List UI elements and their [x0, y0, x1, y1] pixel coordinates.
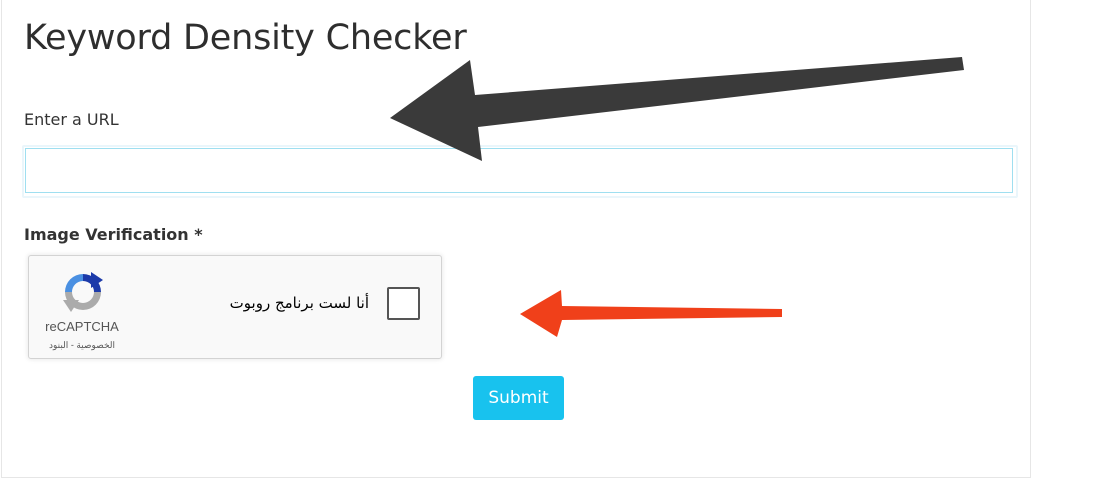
- recaptcha-logo-icon: [63, 272, 103, 312]
- recaptcha-checkbox[interactable]: [387, 287, 420, 320]
- recaptcha-links: الخصوصية - البنود: [29, 340, 135, 351]
- terms-link[interactable]: البنود: [49, 340, 68, 350]
- form-panel: Keyword Density Checker Enter a URL Imag…: [1, 0, 1031, 478]
- recaptcha-checkbox-label: أنا لست برنامج روبوت: [229, 294, 369, 312]
- privacy-link[interactable]: الخصوصية: [76, 340, 115, 350]
- page-title: Keyword Density Checker: [24, 18, 467, 58]
- url-input[interactable]: [25, 148, 1013, 193]
- url-input-wrapper: [22, 145, 1018, 198]
- submit-button[interactable]: Submit: [473, 376, 564, 420]
- recaptcha-widget: reCAPTCHA الخصوصية - البنود أنا لست برنا…: [28, 255, 442, 359]
- recaptcha-brand-label: reCAPTCHA: [45, 319, 119, 334]
- page: Keyword Density Checker Enter a URL Imag…: [0, 0, 1095, 479]
- image-verification-label: Image Verification *: [24, 225, 203, 244]
- url-label: Enter a URL: [24, 110, 119, 129]
